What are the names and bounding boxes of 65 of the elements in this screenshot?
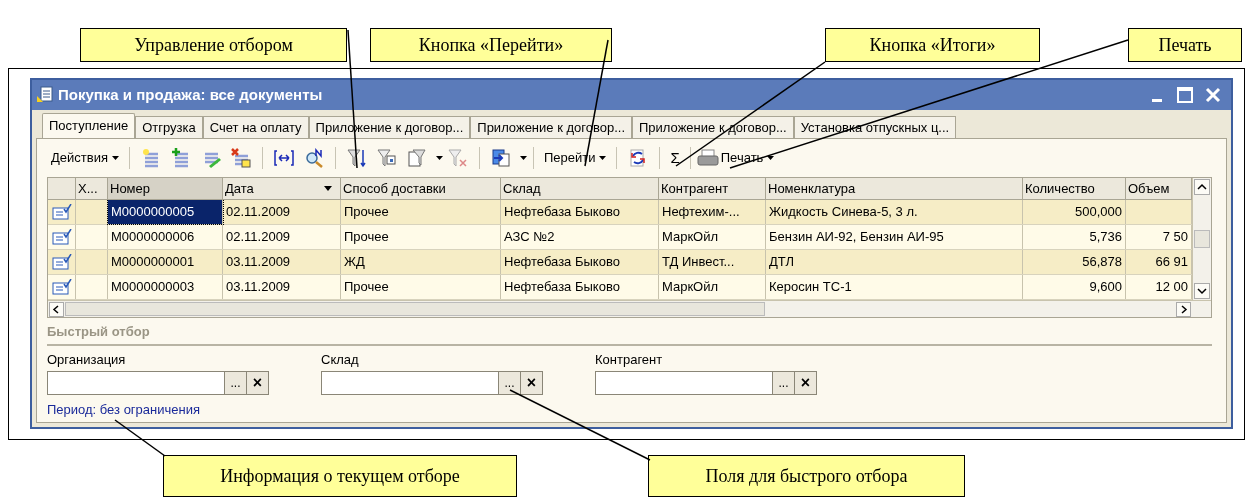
table-cell: 03.11.2009 (223, 275, 341, 299)
table-cell: Прочее (341, 225, 501, 249)
select-button[interactable]: ... (773, 370, 795, 395)
tab[interactable]: Отгрузка (135, 116, 203, 138)
callout-label: Кнопка «Перейти» (370, 28, 612, 62)
column-header[interactable]: Дата (223, 178, 341, 199)
table-cell: M0000000006 (108, 225, 223, 249)
table-cell: ДТЛ (766, 250, 1023, 274)
table-cell: Нефтебаза Быково (501, 250, 659, 274)
table-cell: Керосин ТС-1 (766, 275, 1023, 299)
tab[interactable]: Счет на оплату (202, 116, 309, 138)
column-header[interactable]: Номенклатура (766, 178, 1023, 199)
totals-button[interactable]: Σ (666, 146, 684, 170)
window-title: Покупка и продажа: все документы (58, 84, 323, 105)
field-label: Склад (321, 351, 360, 368)
field-label: Организация (47, 351, 127, 368)
tab[interactable]: Приложение к договор... (632, 116, 794, 138)
table-cell: Нефтебаза Быково (501, 200, 659, 224)
select-button[interactable]: ... (225, 370, 247, 395)
table-row[interactable]: M0000000006 02.11.2009 Прочее АЗС №2 МаркОйл Бензин АИ-92, Бензин АИ-95 5,736 7 50 (48, 225, 1192, 250)
clear-button[interactable]: × (247, 370, 269, 395)
table-cell: Прочее (341, 275, 501, 299)
table-cell: АЗС №2 (501, 225, 659, 249)
callout-label: Кнопка «Итоги» (825, 28, 1040, 62)
callout-label: Информация о текущем отборе (163, 455, 517, 497)
table-cell: Нефтехим-... (659, 200, 766, 224)
table-cell: Бензин АИ-92, Бензин АИ-95 (766, 225, 1023, 249)
column-header[interactable]: Способ доставки (341, 178, 501, 199)
column-header[interactable]: Склад (501, 178, 659, 199)
table-row[interactable]: M0000000003 03.11.2009 Прочее Нефтебаза Быково МаркОйл Керосин ТС-1 9,600 12 00 (48, 275, 1192, 300)
table-row[interactable]: M0000000005 02.11.2009 Прочее Нефтебаза Быково Нефтехим-... Жидкость Синева-5, 3 л. 500,000 (48, 200, 1192, 225)
callout-label: Поля для быстрого отбора (648, 455, 965, 497)
table-cell: M0000000001 (108, 250, 223, 274)
clear-button[interactable]: × (795, 370, 817, 395)
section-title: Быстрый отбор (47, 323, 151, 341)
table-cell: 500,000 (1023, 200, 1126, 224)
table-cell: 02.11.2009 (223, 225, 341, 249)
period-link[interactable]: Период: без ограничения (47, 399, 200, 419)
table-cell: 02.11.2009 (223, 200, 341, 224)
tab[interactable]: Установка отпускных ц... (793, 116, 957, 138)
table-cell: МаркОйл (659, 275, 766, 299)
table-row[interactable]: M0000000001 03.11.2009 ЖД Нефтебаза Быково ТД Инвест... ДТЛ 56,878 66 91 (48, 250, 1192, 275)
callout-label: Печать (1128, 28, 1242, 62)
column-header[interactable]: Количество (1023, 178, 1126, 199)
table-cell: МаркОйл (659, 225, 766, 249)
table-cell: 03.11.2009 (223, 250, 341, 274)
table-cell: Нефтебаза Быково (501, 275, 659, 299)
table-cell: ТД Инвест... (659, 250, 766, 274)
table-cell: 56,878 (1023, 250, 1126, 274)
table-cell: ЖД (341, 250, 501, 274)
column-header[interactable]: Контрагент (659, 178, 766, 199)
table-cell: 9,600 (1023, 275, 1126, 299)
tab[interactable]: Поступление (42, 113, 136, 138)
table-cell: Прочее (341, 200, 501, 224)
column-header[interactable]: Номер (108, 178, 223, 199)
actions-menu-button[interactable]: Действия (47, 146, 123, 170)
table-cell: 5,736 (1023, 225, 1126, 249)
table-cell: M0000000003 (108, 275, 223, 299)
print-menu-button[interactable]: Печать (718, 146, 777, 170)
table-cell: Жидкость Синева-5, 3 л. (766, 200, 1023, 224)
field-label: Контрагент (595, 351, 664, 368)
clear-button[interactable]: × (521, 370, 543, 395)
callout-label: Управление отбором (80, 28, 347, 62)
select-button[interactable]: ... (499, 370, 521, 395)
table-cell: M0000000005 (108, 200, 223, 224)
